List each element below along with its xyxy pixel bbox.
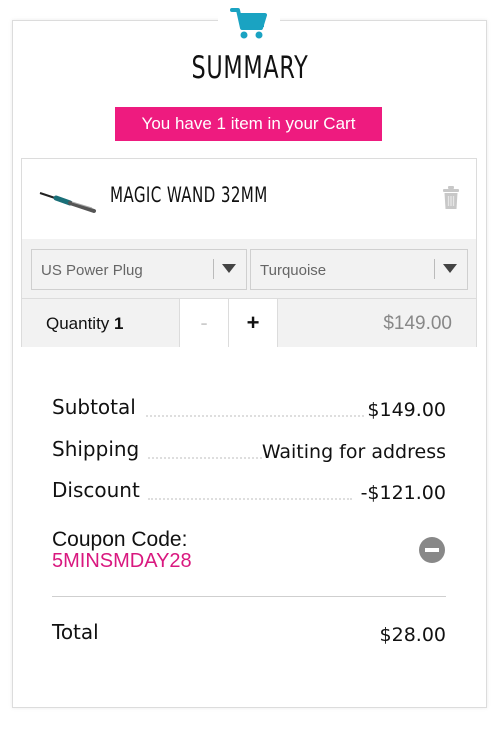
dotted-leader (146, 415, 364, 417)
discount-value: -$121.00 (360, 482, 446, 504)
remove-coupon-icon[interactable] (419, 537, 445, 563)
shipping-row: Shipping Waiting for address (52, 437, 446, 465)
cart-icon-container (218, 6, 280, 46)
subtotal-value: $149.00 (367, 399, 446, 421)
plug-type-value: US Power Plug (41, 262, 143, 279)
total-value: $28.00 (379, 624, 446, 646)
total-label: Total (52, 620, 99, 644)
select-divider (213, 259, 214, 279)
coupon-code: 5MINSMDAY28 (52, 550, 192, 572)
plug-type-select[interactable]: US Power Plug (31, 249, 247, 290)
page-title: SUMMARY (191, 50, 309, 86)
subtotal-row: Subtotal $149.00 (52, 395, 446, 423)
select-divider (434, 259, 435, 279)
coupon-label: Coupon Code: (52, 528, 188, 551)
decrement-button[interactable]: - (179, 299, 229, 347)
chevron-down-icon (222, 264, 236, 273)
discount-label: Discount (52, 478, 140, 502)
shopping-cart-icon (230, 8, 267, 39)
discount-row: Discount -$121.00 (52, 478, 446, 506)
subtotal-label: Subtotal (52, 395, 136, 419)
product-options: US Power Plug Turquoise (22, 239, 476, 299)
increment-button[interactable]: + (228, 299, 278, 347)
quantity-value: 1 (114, 314, 124, 333)
cart-item: MAGIC WAND 32MM US Power Plug Turquoise … (21, 158, 477, 347)
shipping-value: Waiting for address (261, 441, 446, 463)
divider (52, 596, 446, 597)
cart-item-header: MAGIC WAND 32MM (22, 159, 476, 240)
chevron-down-icon (443, 264, 457, 273)
trash-icon[interactable] (442, 186, 460, 210)
shipping-label: Shipping (52, 437, 140, 461)
curling-wand-image (39, 192, 96, 213)
dotted-leader (148, 498, 352, 500)
color-value: Turquoise (260, 262, 327, 279)
product-name[interactable]: MAGIC WAND 32MM (110, 183, 268, 207)
cart-count-badge: You have 1 item in your Cart (115, 107, 382, 141)
quantity-row: Quantity 1 - + $149.00 (22, 299, 476, 347)
item-price: $149.00 (383, 313, 452, 334)
quantity-label: Quantity 1 (46, 314, 124, 333)
color-select[interactable]: Turquoise (250, 249, 468, 290)
